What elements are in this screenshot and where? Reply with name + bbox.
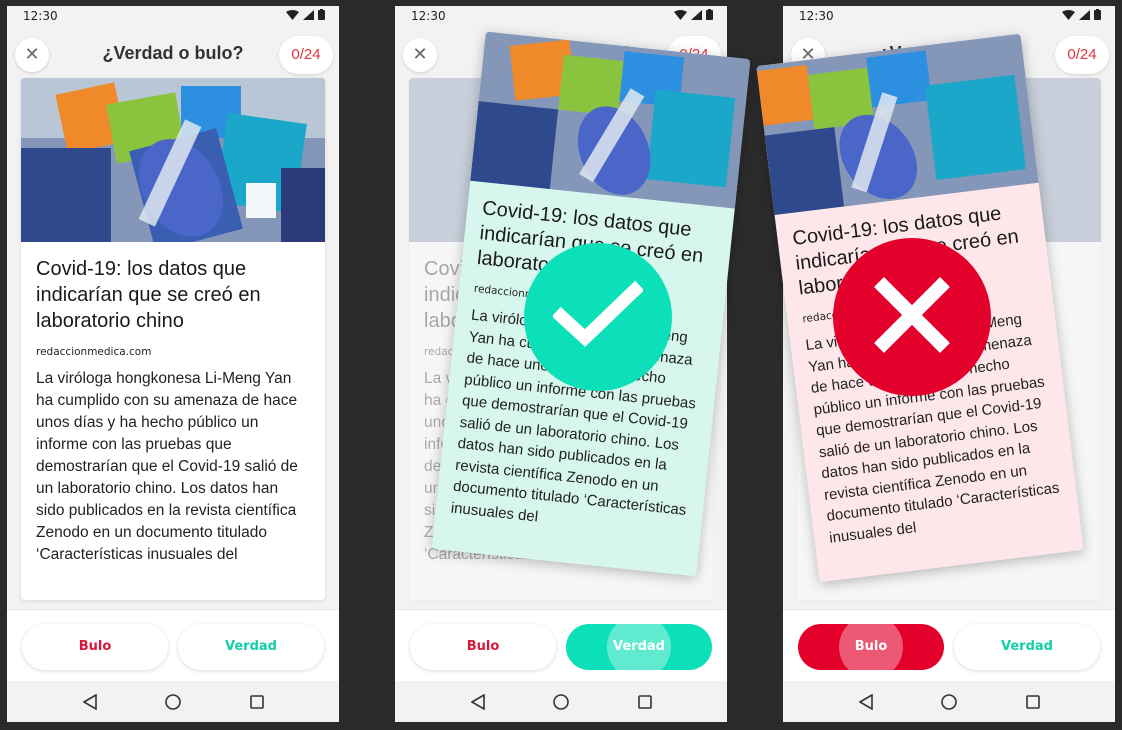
recents-icon[interactable] xyxy=(638,694,652,713)
progress-counter: 0/24 xyxy=(279,36,333,74)
verdad-button[interactable]: Verdad xyxy=(954,624,1100,670)
system-nav-bar xyxy=(395,682,727,722)
battery-icon xyxy=(706,9,713,23)
status-time: 12:30 xyxy=(411,9,446,23)
back-icon[interactable] xyxy=(858,693,873,714)
bulo-button[interactable]: Bulo xyxy=(798,624,944,670)
signal-icon xyxy=(691,9,702,23)
wifi-icon xyxy=(1062,9,1075,23)
wifi-icon xyxy=(286,9,299,23)
lab-photo xyxy=(21,78,325,242)
article-headline: Covid-19: los datos que indicarían que s… xyxy=(36,258,261,332)
news-card[interactable]: Covid-19: los datos que indicarían que s… xyxy=(21,78,325,600)
back-icon[interactable] xyxy=(82,693,97,714)
verdad-button[interactable]: Verdad xyxy=(566,624,712,670)
system-nav-bar xyxy=(783,682,1115,722)
lab-photo xyxy=(470,31,751,209)
recents-icon[interactable] xyxy=(250,694,264,713)
status-bar: 12:30 xyxy=(7,6,339,28)
check-icon xyxy=(551,280,645,354)
answer-bar: Bulo Verdad xyxy=(7,609,339,681)
home-icon[interactable] xyxy=(941,694,957,714)
article-source: redaccionmedica.com xyxy=(36,346,152,358)
status-bar: 12:30 xyxy=(783,6,1115,28)
bulo-button[interactable]: Bulo xyxy=(410,624,556,670)
verdad-button[interactable]: Verdad xyxy=(178,624,324,670)
answer-bar: Bulo Verdad xyxy=(783,609,1115,681)
wifi-icon xyxy=(674,9,687,23)
battery-icon xyxy=(318,9,325,23)
bulo-indicator xyxy=(833,238,991,396)
verdad-indicator xyxy=(524,243,672,391)
bulo-button[interactable]: Bulo xyxy=(22,624,168,670)
signal-icon xyxy=(1079,9,1090,23)
phone-screen-default: 12:30 ✕ ¿Verdad o bulo? 0/24 Covid-19: l… xyxy=(7,6,339,722)
article-body: La viróloga hongkonesa Li-Meng Yan ha cu… xyxy=(36,370,298,563)
answer-bar: Bulo Verdad xyxy=(395,609,727,681)
battery-icon xyxy=(1094,9,1101,23)
progress-counter: 0/24 xyxy=(1055,36,1109,74)
signal-icon xyxy=(303,9,314,23)
back-icon[interactable] xyxy=(470,693,485,714)
status-time: 12:30 xyxy=(23,9,58,23)
home-icon[interactable] xyxy=(165,694,181,714)
status-time: 12:30 xyxy=(799,9,834,23)
top-bar: ✕ ¿Verdad o bulo? 0/24 xyxy=(7,28,339,80)
cross-icon xyxy=(867,270,957,364)
recents-icon[interactable] xyxy=(1026,694,1040,713)
home-icon[interactable] xyxy=(553,694,569,714)
status-bar: 12:30 xyxy=(395,6,727,28)
system-nav-bar xyxy=(7,682,339,722)
